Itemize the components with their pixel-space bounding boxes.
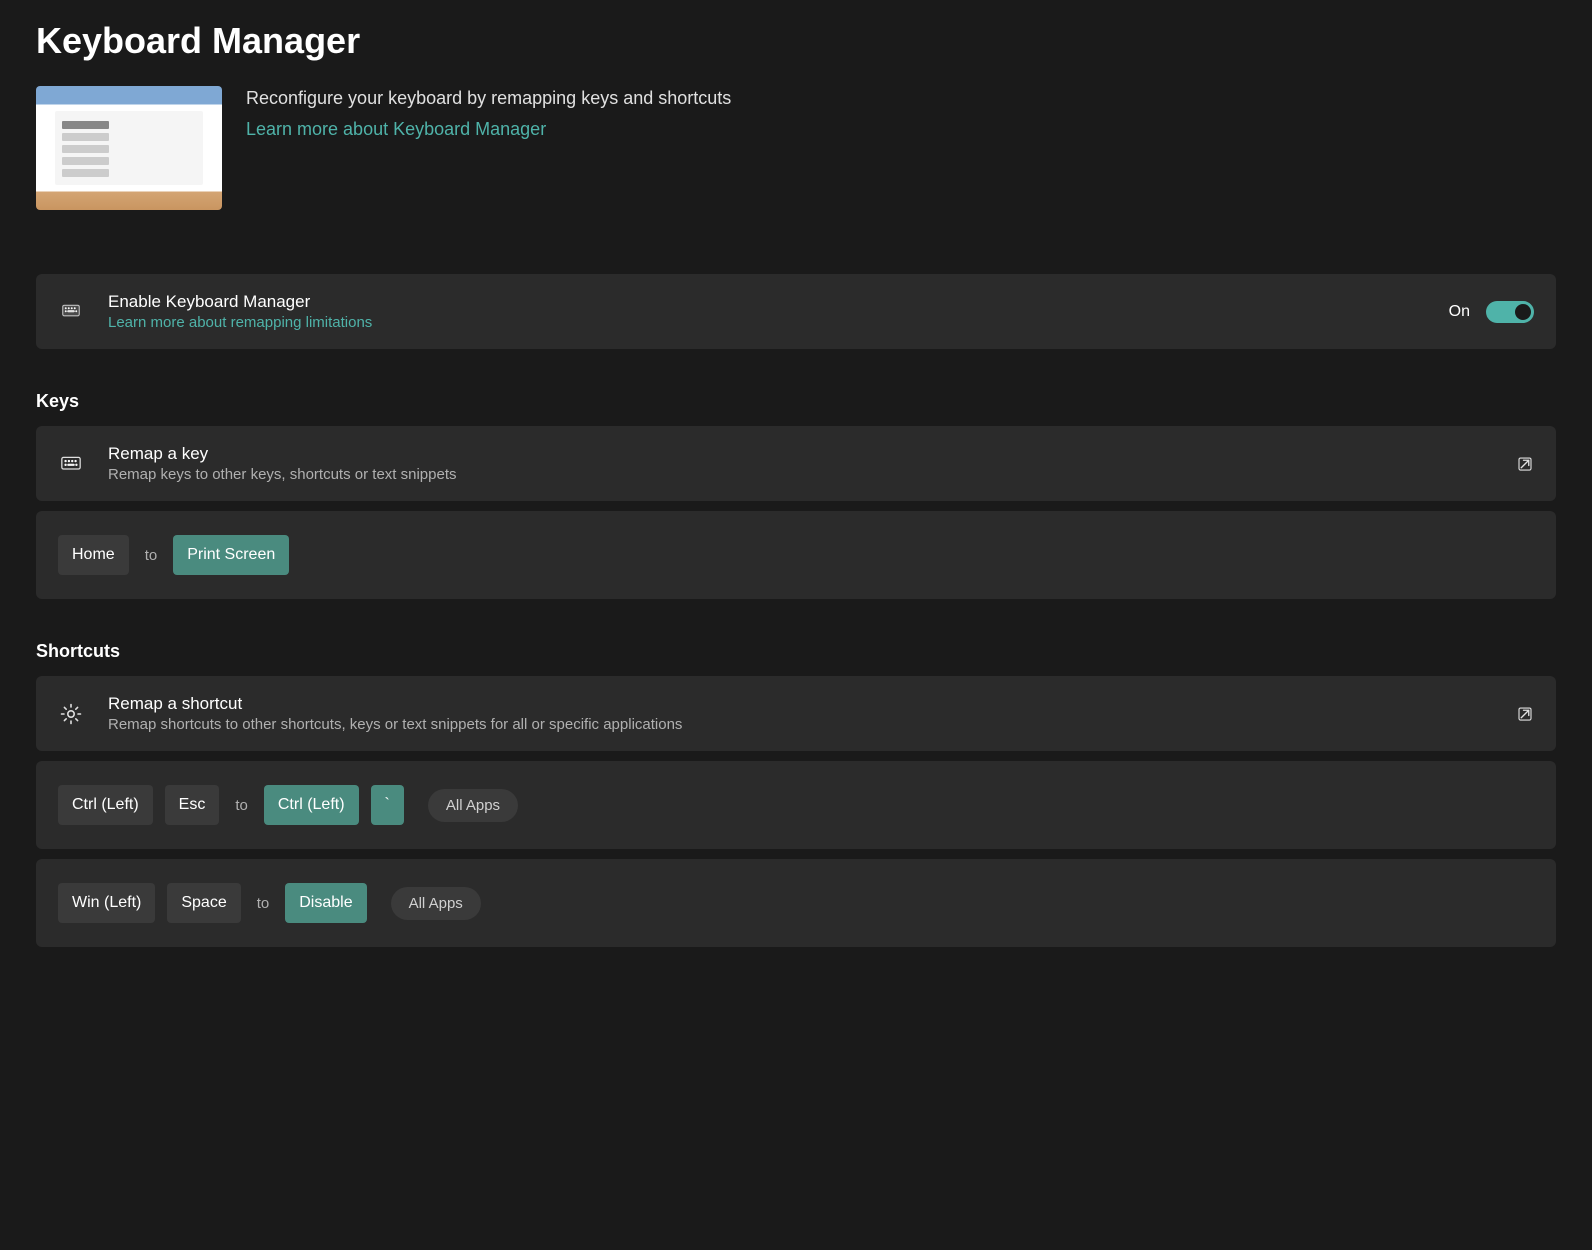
remap-key-body: Remap a key Remap keys to other keys, sh… (108, 444, 1492, 483)
enable-toggle[interactable] (1486, 301, 1534, 323)
keys-section-header: Keys (36, 391, 1556, 412)
shortcut-to-chip: Disable (285, 883, 366, 923)
enable-card-title: Enable Keyboard Manager (108, 292, 1425, 312)
shortcuts-section-header: Shortcuts (36, 641, 1556, 662)
remap-shortcut-card[interactable]: Remap a shortcut Remap shortcuts to othe… (36, 676, 1556, 751)
shortcut-from-chip: Win (Left) (58, 883, 155, 923)
hero-text: Reconfigure your keyboard by remapping k… (246, 86, 731, 140)
open-external-icon[interactable] (1516, 705, 1534, 723)
shortcut-mapping-row: Ctrl (Left) Esc to Ctrl (Left) ` All App… (36, 761, 1556, 849)
scope-chip: All Apps (428, 789, 518, 822)
keyboard-outline-icon (58, 451, 84, 477)
hero-description: Reconfigure your keyboard by remapping k… (246, 88, 731, 109)
hero-thumbnail (36, 86, 222, 210)
to-label: to (231, 797, 252, 814)
page-title: Keyboard Manager (36, 20, 1556, 62)
scope-chip: All Apps (391, 887, 481, 920)
remap-key-subtitle: Remap keys to other keys, shortcuts or t… (108, 466, 1492, 483)
key-from-chip: Home (58, 535, 129, 575)
open-external-icon[interactable] (1516, 455, 1534, 473)
to-label: to (253, 895, 274, 912)
remapping-limitations-link[interactable]: Learn more about remapping limitations (108, 314, 1425, 331)
keyboard-icon (58, 299, 84, 325)
shortcut-from-chip: Esc (165, 785, 220, 825)
shortcut-to-chip: Ctrl (Left) (264, 785, 359, 825)
remap-shortcut-body: Remap a shortcut Remap shortcuts to othe… (108, 694, 1492, 733)
learn-more-link[interactable]: Learn more about Keyboard Manager (246, 119, 731, 140)
remap-key-title: Remap a key (108, 444, 1492, 464)
toggle-label: On (1449, 303, 1470, 321)
remap-key-card[interactable]: Remap a key Remap keys to other keys, sh… (36, 426, 1556, 501)
shortcut-from-chip: Space (167, 883, 240, 923)
to-label: to (141, 547, 162, 564)
shortcut-to-chip: ` (371, 785, 404, 825)
key-to-chip: Print Screen (173, 535, 289, 575)
key-mapping-row: Home to Print Screen (36, 511, 1556, 599)
shortcut-mapping-row: Win (Left) Space to Disable All Apps (36, 859, 1556, 947)
remap-shortcut-subtitle: Remap shortcuts to other shortcuts, keys… (108, 716, 1492, 733)
enable-card-body: Enable Keyboard Manager Learn more about… (108, 292, 1425, 331)
enable-card: Enable Keyboard Manager Learn more about… (36, 274, 1556, 349)
enable-card-actions: On (1449, 301, 1534, 323)
shortcut-from-chip: Ctrl (Left) (58, 785, 153, 825)
remap-shortcut-title: Remap a shortcut (108, 694, 1492, 714)
hero-section: Reconfigure your keyboard by remapping k… (36, 86, 1556, 210)
gear-icon (58, 701, 84, 727)
